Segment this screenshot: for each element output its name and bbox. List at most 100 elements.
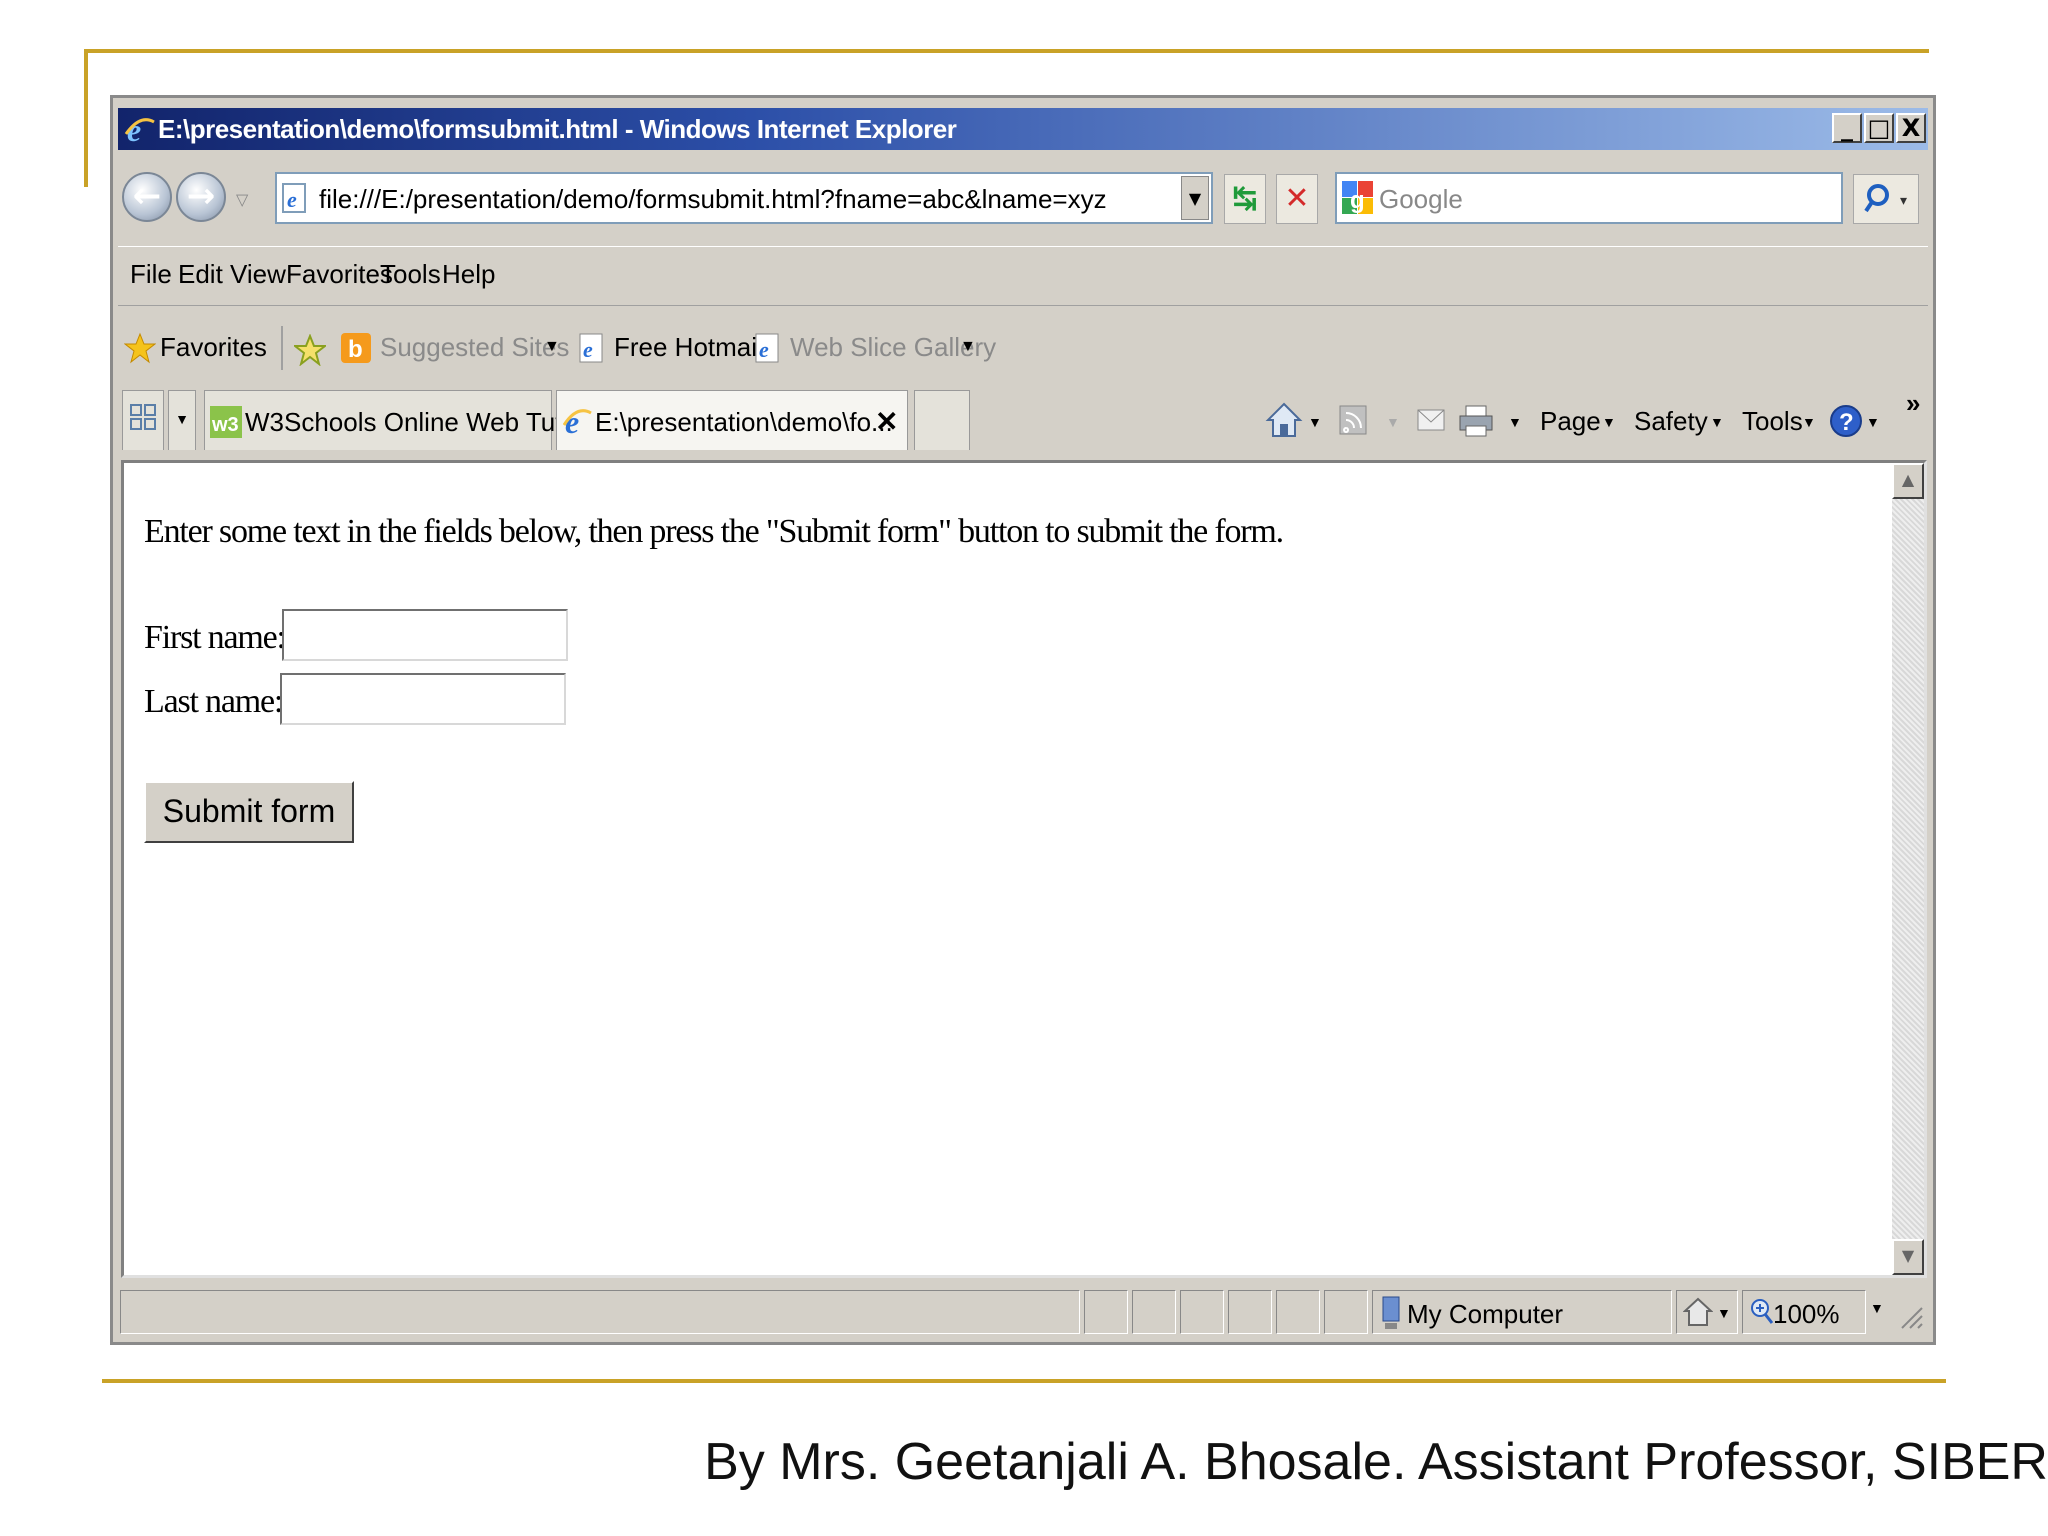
help-icon[interactable]: ? (1828, 402, 1864, 440)
tab-label: W3Schools Online Web Tuto... (245, 407, 599, 437)
chevron-down-icon[interactable]: ▼ (1717, 1305, 1731, 1321)
chevron-down-icon[interactable]: ▼ (1602, 414, 1616, 430)
address-dropdown-button[interactable]: ▼ (1181, 176, 1209, 220)
page-content: Enter some text in the fields below, the… (121, 460, 1927, 1278)
last-name-label: Last name: (144, 683, 283, 720)
safety-menu[interactable]: Safety (1634, 406, 1708, 437)
svg-text:w3: w3 (211, 414, 239, 436)
menu-view[interactable]: View (230, 259, 286, 290)
slide-bottom-rule (102, 1379, 1946, 1383)
chevron-down-icon[interactable]: ▼ (960, 338, 976, 356)
last-name-field[interactable] (280, 673, 566, 725)
favorites-bar: Favorites b Suggested Sites ▼ e Free Hot… (118, 314, 1928, 376)
resize-grip-icon[interactable] (1898, 1300, 1924, 1330)
w3schools-icon: w3 (210, 406, 242, 438)
tools-menu[interactable]: Tools (1742, 406, 1803, 437)
chevron-down-icon[interactable]: ▼ (1508, 414, 1522, 430)
add-to-favorites-icon[interactable] (294, 334, 326, 366)
ie-icon: e (563, 404, 592, 439)
chevron-down-icon[interactable]: ▼ (1386, 414, 1400, 430)
menu-file[interactable]: File (130, 259, 172, 290)
window-title: E:\presentation\demo\formsubmit.html - W… (158, 114, 957, 144)
chevron-down-icon[interactable]: ▼ (1870, 1300, 1884, 1316)
status-cell (1084, 1290, 1128, 1334)
zone-cell: My Computer (1372, 1290, 1672, 1334)
tab-label: E:\presentation\demo\fo... (595, 407, 893, 437)
minimize-button[interactable]: _ (1832, 113, 1862, 143)
zoom-icon (1751, 1299, 1774, 1324)
suggested-sites-icon: b (341, 333, 371, 363)
close-window-button[interactable]: X (1896, 113, 1926, 143)
title-bar[interactable]: e E:\presentation\demo\formsubmit.html -… (118, 108, 1928, 150)
search-button[interactable]: ▾ (1853, 174, 1919, 224)
menu-edit[interactable]: Edit (178, 259, 223, 290)
tab-list-dropdown[interactable]: ▼ (168, 390, 196, 450)
slide-footer: By Mrs. Geetanjali A. Bhosale. Assistant… (704, 1433, 2048, 1491)
print-icon[interactable] (1456, 402, 1496, 440)
suggested-sites-link[interactable]: Suggested Sites (380, 332, 569, 363)
chevron-down-icon[interactable]: ▼ (1710, 414, 1724, 430)
search-box[interactable]: g Google (1335, 172, 1843, 224)
quick-tabs-icon (130, 404, 156, 430)
stop-button[interactable]: ✕ (1276, 174, 1318, 224)
status-cell (1276, 1290, 1320, 1334)
status-bar: My Computer ▼ 100% ▼ (118, 1286, 1928, 1336)
url-text: file:///E:/presentation/demo/formsubmit.… (319, 184, 1107, 214)
svg-text:?: ? (1839, 409, 1854, 436)
menu-tools[interactable]: Tools (380, 259, 441, 290)
status-cell (1324, 1290, 1368, 1334)
chevron-down-icon[interactable]: ▼ (544, 338, 560, 356)
page-menu[interactable]: Page (1540, 406, 1601, 437)
web-slice-icon: e (755, 333, 779, 363)
new-tab-button[interactable] (914, 390, 970, 450)
scroll-up-button[interactable]: ▲ (1892, 463, 1924, 499)
read-mail-icon[interactable] (1414, 404, 1448, 436)
quick-tabs-button[interactable] (122, 390, 164, 450)
maximize-button[interactable]: □ (1864, 113, 1894, 143)
ie-window: e E:\presentation\demo\formsubmit.html -… (110, 95, 1936, 1345)
protected-mode-button[interactable]: ▼ (1676, 1290, 1738, 1334)
search-placeholder: Google (1379, 184, 1463, 214)
vertical-scrollbar[interactable]: ▲ ▼ (1892, 463, 1924, 1275)
security-zone-text: My Computer (1407, 1299, 1564, 1329)
zoom-button[interactable]: 100% (1742, 1290, 1866, 1334)
forward-button[interactable]: → (176, 172, 226, 222)
status-cell (1228, 1290, 1272, 1334)
free-hotmail-link[interactable]: Free Hotmail (614, 332, 763, 363)
submit-form-button[interactable]: Submit form (144, 781, 354, 843)
address-bar[interactable]: e file:///E:/presentation/demo/formsubmi… (275, 172, 1213, 224)
back-button[interactable]: ← (122, 172, 172, 222)
status-cell (1132, 1290, 1176, 1334)
svg-text:e: e (583, 337, 593, 362)
favorites-button[interactable]: Favorites (160, 332, 267, 363)
slide-top-rule (84, 49, 1929, 53)
slide-left-rule (84, 49, 88, 187)
my-computer-icon (1382, 1296, 1400, 1329)
status-text-cell (120, 1290, 1080, 1334)
menu-help[interactable]: Help (442, 259, 495, 290)
toolbar-overflow-button[interactable]: » (1906, 388, 1920, 419)
feeds-icon[interactable] (1336, 402, 1370, 438)
svg-text:▾: ▾ (1900, 193, 1907, 209)
refresh-button[interactable]: ↹ (1224, 174, 1266, 224)
home-icon[interactable] (1264, 400, 1304, 440)
zoom-level: 100% (1773, 1299, 1840, 1329)
recent-pages-dropdown[interactable]: ▽ (236, 190, 248, 209)
svg-text:e: e (759, 337, 769, 362)
menu-favorites[interactable]: Favorites (286, 259, 393, 290)
search-icon: ▾ (1864, 184, 1907, 213)
chevron-down-icon[interactable]: ▼ (1308, 414, 1322, 430)
navigation-bar: ← → ▽ e file:///E:/presentation/demo/for… (118, 166, 1928, 236)
tab-formsubmit[interactable]: e E:\presentation\demo\fo... ✕ (556, 390, 908, 450)
svg-text:b: b (348, 336, 363, 363)
chevron-down-icon[interactable]: ▼ (1866, 414, 1880, 430)
close-tab-icon[interactable]: ✕ (875, 405, 898, 438)
tab-w3schools[interactable]: w3 W3Schools Online Web Tuto... (204, 390, 599, 450)
chevron-down-icon[interactable]: ▼ (1802, 414, 1816, 430)
page-icon: e (282, 183, 306, 213)
first-name-label: First name: (144, 619, 286, 656)
favorites-divider (281, 326, 283, 370)
first-name-field[interactable] (282, 609, 568, 661)
scroll-down-button[interactable]: ▼ (1892, 1239, 1924, 1275)
svg-text:g: g (1350, 187, 1365, 214)
